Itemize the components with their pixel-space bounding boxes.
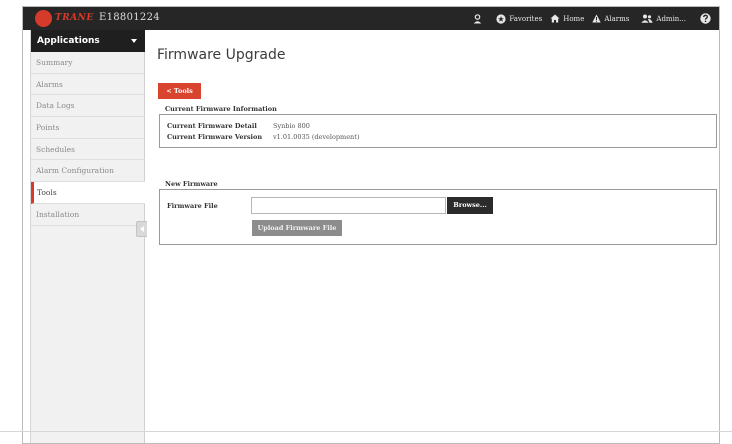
back-to-tools-button[interactable]: < Tools [158,83,201,99]
firmware-detail-label: Current Firmware Detail [167,122,257,130]
upload-firmware-button[interactable]: Upload Firmware File [252,220,342,236]
firmware-version-row: Current Firmware Version v1.01.0035 (deve… [167,133,359,141]
applications-menu[interactable]: Applications [31,30,145,52]
page-title: Firmware Upgrade [157,47,286,63]
favorites-link[interactable]: Favorites [496,13,543,24]
sidebar-item-alarms[interactable]: Alarms [31,74,145,96]
favorites-label: Favorites [509,14,543,23]
user-button[interactable] [473,13,482,24]
firmware-version-label: Current Firmware Version [167,133,263,141]
sidebar: Applications Summary Alarms Data Logs Po… [31,30,148,443]
sidebar-item-summary[interactable]: Summary [31,52,145,74]
new-firmware-panel: Firmware File Browse... Upload Firmware … [159,189,717,245]
sidebar-item-data-logs[interactable]: Data Logs [31,95,145,118]
new-firmware-heading: New Firmware [165,180,218,188]
caret-down-icon [131,39,137,43]
alarms-label: Alarms [604,14,630,23]
chevron-left-icon [140,226,144,232]
current-firmware-heading: Current Firmware Information [165,105,277,113]
applications-label: Applications [37,36,100,46]
device-id: E18801224 [99,12,160,23]
logo-circle-icon [35,10,52,27]
help-button[interactable] [700,13,711,24]
home-label: Home [563,14,585,23]
alarms-link[interactable]: Alarms [592,14,629,23]
user-icon [474,13,482,23]
firmware-version-value: v1.01.0035 (development) [273,133,360,141]
firmware-detail-value: Synbio 800 [273,122,310,130]
alarm-triangle-icon [592,14,602,23]
top-bar: TRANE E18801224 Favorites Home Alarms Ad… [23,7,719,30]
admin-label: Admin... [656,14,686,23]
main-content: Firmware Upgrade < Tools Current Firmwar… [147,30,719,443]
sidebar-item-alarm-configuration[interactable]: Alarm Configuration [31,160,145,183]
admin-link[interactable]: Admin... [641,14,686,23]
users-icon [641,14,654,23]
bottom-divider [0,431,732,432]
top-nav: Favorites Home Alarms Admin... [473,7,711,30]
sidebar-list: Summary Alarms Data Logs Points Schedule… [31,52,145,226]
current-firmware-panel: Current Firmware Detail Synbio 800 Curren… [159,114,717,148]
app-window: TRANE E18801224 Favorites Home Alarms Ad… [22,6,720,444]
sidebar-gutter [23,30,31,443]
firmware-file-input[interactable] [251,197,446,214]
favorites-icon [496,13,506,24]
home-icon [550,14,560,23]
firmware-detail-row: Current Firmware Detail Synbio 800 [167,122,310,130]
sidebar-item-tools[interactable]: Tools [31,182,145,204]
logo-text: TRANE [55,13,94,23]
firmware-file-label: Firmware File [167,202,218,210]
sidebar-item-points[interactable]: Points [31,117,145,139]
sidebar-item-installation[interactable]: Installation [31,204,145,226]
home-link[interactable]: Home [550,14,584,23]
help-icon [700,13,711,24]
sidebar-item-schedules[interactable]: Schedules [31,139,145,161]
browse-button[interactable]: Browse... [447,197,493,214]
trane-logo[interactable]: TRANE [35,10,97,27]
